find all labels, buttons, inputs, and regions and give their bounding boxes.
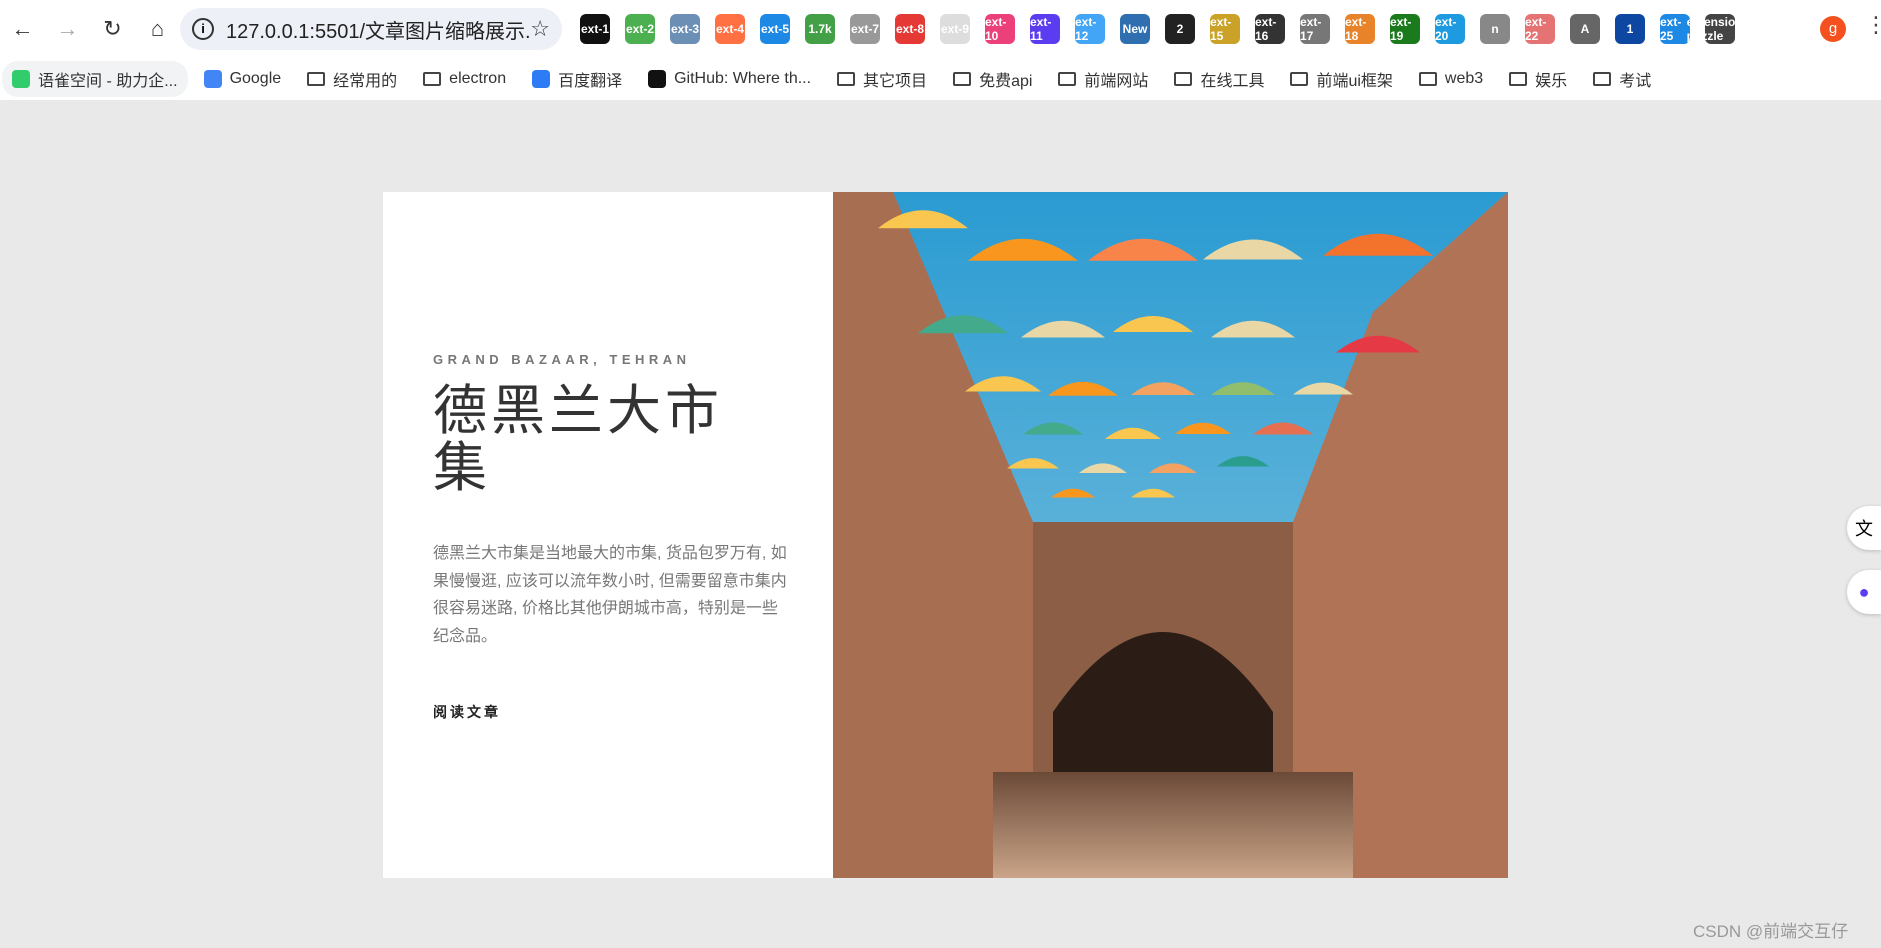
extension-icon[interactable]: ext-15 — [1210, 14, 1240, 44]
bookmark-star-icon[interactable]: ☆ — [530, 16, 550, 42]
bookmark-item[interactable]: 前端ui框架 — [1280, 61, 1402, 97]
bookmark-label: Google — [229, 70, 282, 87]
translate-icon — [532, 70, 551, 88]
folder-icon — [1058, 72, 1077, 86]
bazaar-photo: ← → — [833, 192, 1508, 878]
bookmark-label: 前端网站 — [1084, 73, 1149, 90]
extension-icon[interactable]: ext-9 — [940, 14, 970, 44]
folder-icon — [1593, 72, 1612, 86]
extension-icon[interactable]: ext-17 — [1300, 14, 1330, 44]
extension-icon[interactable]: ext-12 — [1075, 14, 1105, 44]
folder-icon — [1509, 72, 1528, 86]
bookmark-label: 娱乐 — [1535, 73, 1568, 90]
bookmark-item[interactable]: 娱乐 — [1499, 61, 1577, 97]
bookmark-item[interactable]: 百度翻译 — [522, 61, 632, 97]
extension-icon[interactable]: 2 — [1165, 14, 1195, 44]
extension-icon[interactable]: A — [1570, 14, 1600, 44]
translate-float-icon[interactable]: 文 — [1847, 506, 1881, 550]
home-icon[interactable]: ⌂ — [135, 16, 180, 42]
bookmark-label: 在线工具 — [1200, 73, 1265, 90]
csdn-watermark: CSDN @前端交互仔 — [1693, 922, 1849, 941]
back-icon[interactable]: ← — [0, 16, 45, 42]
bookmark-item[interactable]: 前端网站 — [1048, 61, 1158, 97]
reload-icon[interactable]: ↻ — [90, 16, 135, 42]
extension-icon[interactable]: ext-22 — [1525, 14, 1555, 44]
folder-icon — [1418, 72, 1437, 86]
browser-toolbar: ← → ↻ ⌂ i 127.0.0.1:5501/文章图片缩略展示... ☆ e… — [0, 0, 1881, 58]
extension-icon[interactable]: ext-2 — [625, 14, 655, 44]
extensions-bar: ext-1 ext-2 ext-3 ext-4 ext-5 1.7k ext-7 ext-8 e… — [580, 14, 1753, 44]
menu-icon[interactable]: ⋮ — [1865, 12, 1881, 38]
extension-icon[interactable]: ext-19 — [1390, 14, 1420, 44]
extension-icon[interactable]: ext-4 — [715, 14, 745, 44]
forward-icon[interactable]: → — [45, 16, 90, 42]
extension-icon[interactable]: ext-18 — [1345, 14, 1375, 44]
read-article-link[interactable]: 阅读文章 — [433, 702, 501, 722]
bookmark-label: 语雀空间 - 助力企... — [38, 73, 178, 90]
folder-icon — [307, 72, 326, 86]
bookmark-label: 考试 — [1619, 73, 1652, 90]
bookmark-item[interactable]: electron — [413, 64, 516, 94]
article-title: 德黑兰大市集 — [433, 379, 723, 499]
bookmark-item[interactable]: web3 — [1409, 64, 1493, 94]
extension-icon[interactable]: ext-25 — [1660, 14, 1690, 44]
extension-icon[interactable]: ext-10 — [985, 14, 1015, 44]
bookmark-label: electron — [449, 70, 507, 87]
extension-icon[interactable]: n — [1480, 14, 1510, 44]
extension-icon[interactable]: ext-5 — [760, 14, 790, 44]
bookmark-label: web3 — [1444, 70, 1484, 87]
article-description: 德黑兰大市集是当地最大的市集, 货品包罗万有, 如果慢慢逛, 应该可以流年数小时… — [433, 545, 787, 645]
site-info-icon[interactable]: i — [192, 18, 214, 40]
bookmark-label: 免费api — [979, 73, 1033, 90]
extension-icon[interactable]: ext-11 — [1030, 14, 1060, 44]
bookmark-label: 其它项目 — [863, 73, 928, 90]
bookmark-item[interactable]: 考试 — [1583, 61, 1661, 97]
extension-icon[interactable]: extensions-puzzle — [1687, 14, 1753, 44]
bookmark-label: 前端ui框架 — [1316, 73, 1393, 90]
folder-icon — [423, 72, 442, 86]
google-icon — [203, 70, 222, 88]
bookmark-label: GitHub: Where th... — [674, 70, 812, 87]
extension-icon[interactable]: 1 — [1615, 14, 1645, 44]
yuque-icon — [12, 70, 30, 88]
extension-icon[interactable]: ext-20 — [1435, 14, 1465, 44]
url-text[interactable]: 127.0.0.1:5501/文章图片缩略展示... — [226, 15, 530, 44]
bookmark-item[interactable]: 经常用的 — [297, 61, 407, 97]
bookmark-item[interactable]: 在线工具 — [1164, 61, 1274, 97]
bookmark-item[interactable]: Google — [194, 64, 292, 94]
extension-icon[interactable]: ext-3 — [670, 14, 700, 44]
article-card: GRAND BAZAAR, TEHRAN 德黑兰大市集 德黑兰大市集是当地最大的… — [383, 192, 1508, 878]
bookmarks-bar: 语雀空间 - 助力企... Google 经常用的 electron 百度翻译 GitHu… — [0, 58, 1881, 100]
bookmark-label: 百度翻译 — [558, 73, 623, 90]
folder-icon — [953, 72, 972, 86]
folder-icon — [1174, 72, 1193, 86]
bookmark-item[interactable]: 免费api — [943, 61, 1042, 97]
article-kicker: GRAND BAZAAR, TEHRAN — [433, 352, 691, 367]
profile-avatar[interactable]: g — [1820, 16, 1846, 42]
address-bar[interactable]: i 127.0.0.1:5501/文章图片缩略展示... ☆ — [180, 8, 562, 50]
extension-icon[interactable]: 1.7k — [805, 14, 835, 44]
extension-icon[interactable]: ext-1 — [580, 14, 610, 44]
bookmark-item[interactable]: GitHub: Where th... — [638, 64, 821, 94]
bookmark-item[interactable]: 其它项目 — [827, 61, 937, 97]
github-icon — [648, 70, 667, 88]
extension-icon[interactable]: ext-7 — [850, 14, 880, 44]
extension-icon[interactable]: ext-16 — [1255, 14, 1285, 44]
folder-icon — [837, 72, 856, 86]
folder-icon — [1290, 72, 1309, 86]
bookmark-label: 经常用的 — [333, 73, 398, 90]
extension-icon[interactable]: ext-8 — [895, 14, 925, 44]
extension-icon[interactable]: New — [1120, 14, 1150, 44]
assistant-float-icon[interactable]: ● — [1847, 570, 1881, 614]
bookmark-item[interactable]: 语雀空间 - 助力企... — [2, 61, 188, 97]
